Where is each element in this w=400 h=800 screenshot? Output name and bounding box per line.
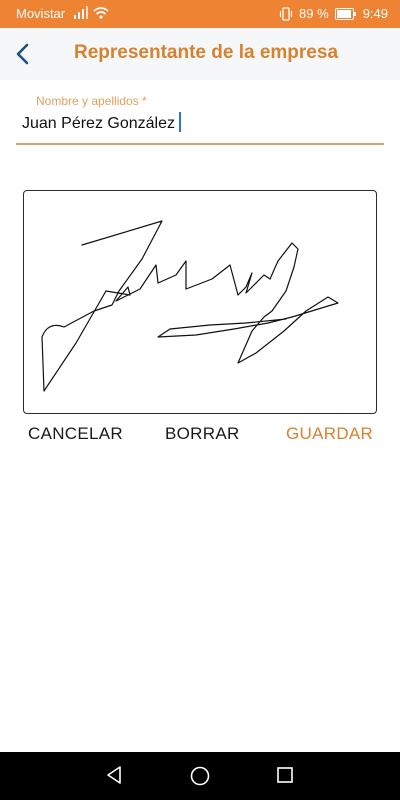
signature-drawing [41, 220, 339, 392]
system-nav-bar [0, 752, 400, 800]
name-field-underline [16, 143, 384, 145]
name-input[interactable]: Juan Pérez González [22, 112, 181, 133]
page-title: Representante de la empresa [74, 42, 339, 63]
vibrate-icon [279, 6, 293, 21]
battery-icon [334, 7, 356, 20]
battery-percent: 89 % [299, 6, 329, 21]
cancel-button[interactable]: CANCELAR [28, 424, 123, 444]
app-header: Representante de la empresa [0, 28, 400, 80]
text-cursor [178, 112, 181, 132]
clear-button[interactable]: BORRAR [165, 424, 240, 444]
carrier-name: Movistar [16, 6, 66, 21]
save-button[interactable]: GUARDAR [286, 424, 373, 444]
signature-pad[interactable] [23, 190, 377, 414]
clock-time: 9:49 [362, 6, 388, 21]
chevron-left-icon[interactable] [10, 40, 36, 68]
circle-home-icon[interactable] [188, 764, 212, 788]
signal-wifi-icon [74, 6, 109, 19]
name-field-label: Nombre y apellidos * [36, 94, 147, 108]
status-bar: Movistar 89 % 9:49 [0, 0, 400, 28]
triangle-back-icon[interactable] [104, 764, 124, 786]
name-input-value: Juan Pérez González [22, 115, 175, 132]
square-recents-icon[interactable] [274, 764, 296, 786]
